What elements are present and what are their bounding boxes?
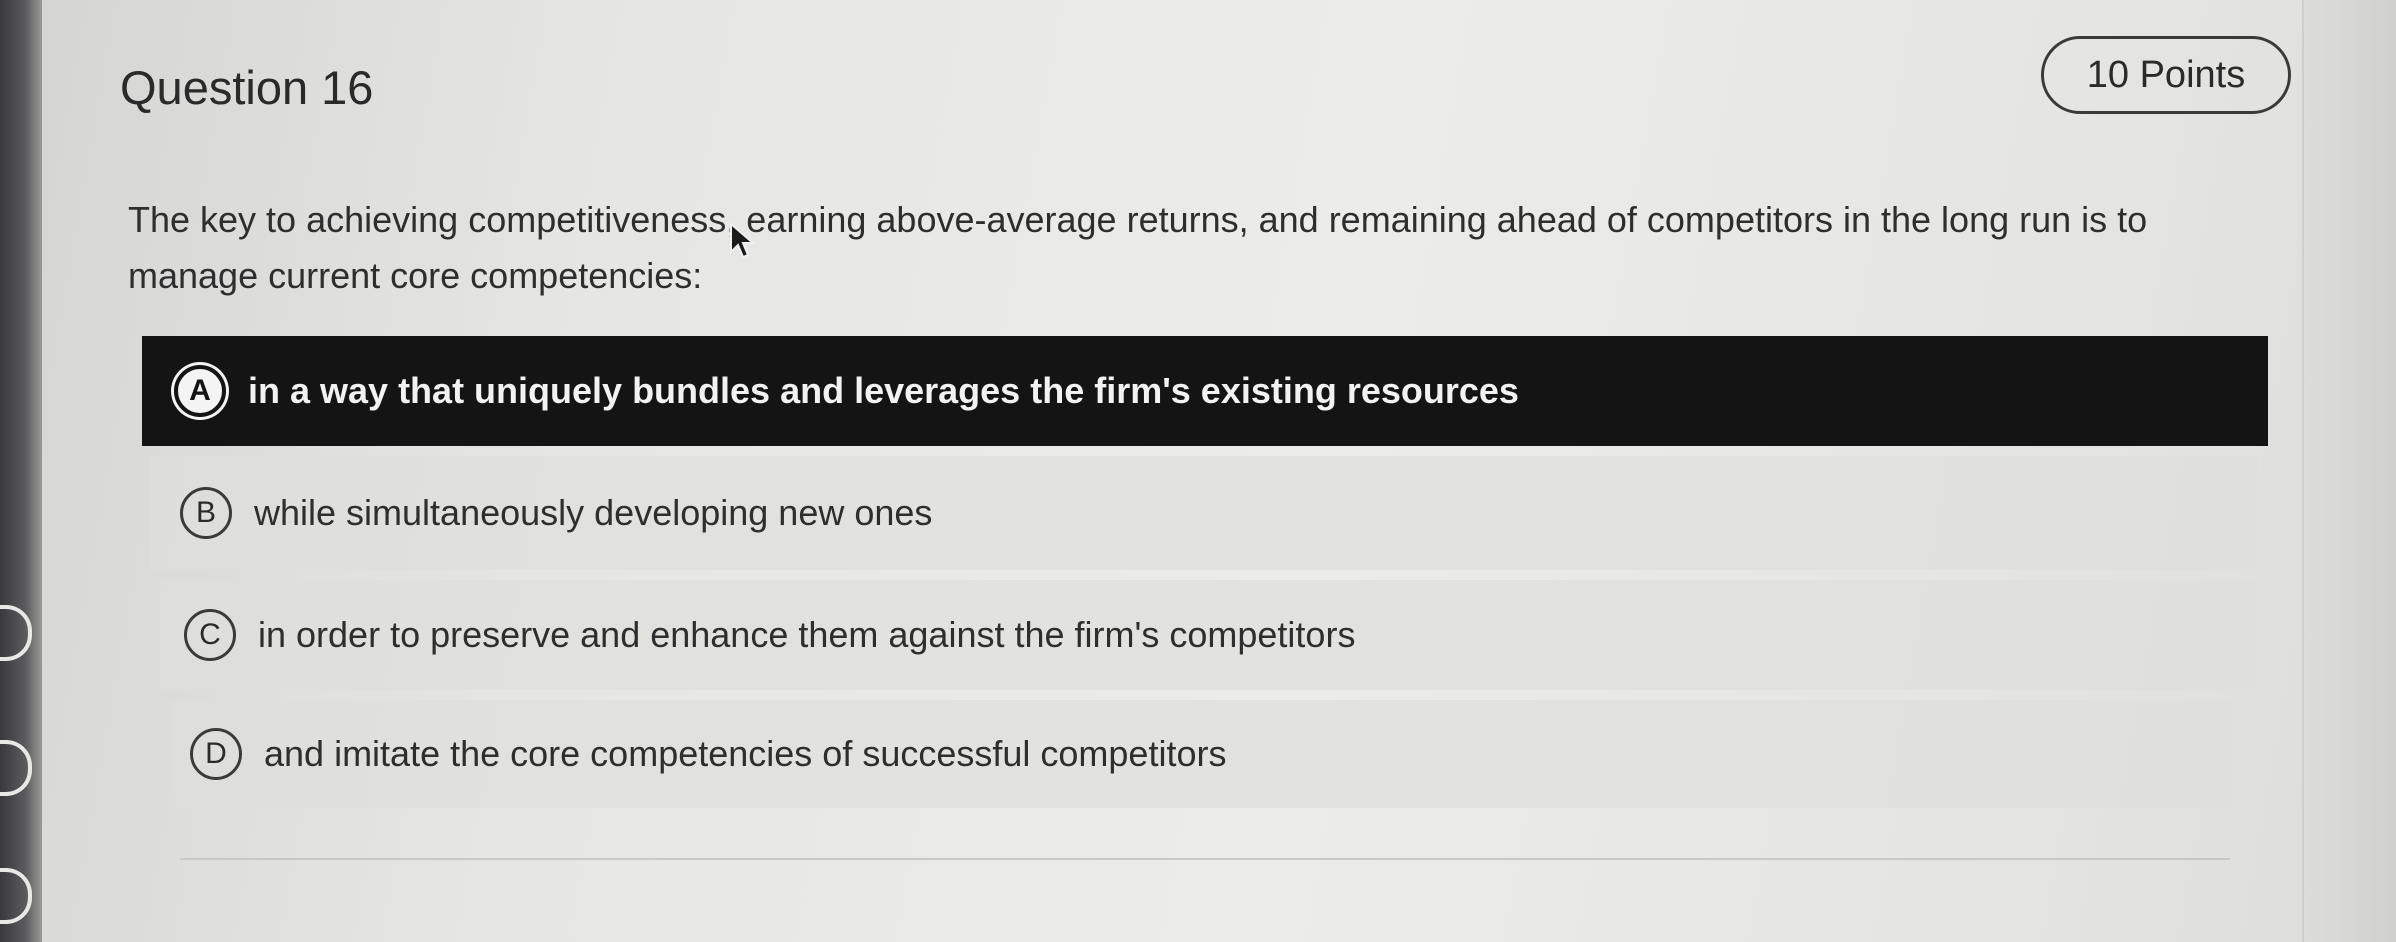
left-edge-icon-fragment <box>0 605 32 661</box>
option-letter-b: B <box>180 487 232 539</box>
answer-option-d[interactable]: D and imitate the core competencies of s… <box>170 700 2238 808</box>
right-scroll-area <box>2302 0 2396 942</box>
left-edge-icon-fragment <box>0 868 32 924</box>
question-prompt: The key to achieving competitiveness, ea… <box>128 199 2148 296</box>
option-text-b: while simultaneously developing new ones <box>254 492 933 533</box>
option-text-a: in a way that uniquely bundles and lever… <box>248 370 1519 411</box>
left-window-edge <box>0 0 42 942</box>
option-letter-d: D <box>190 728 242 780</box>
option-text-c: in order to preserve and enhance them ag… <box>258 614 1356 655</box>
answer-option-b[interactable]: B while simultaneously developing new on… <box>150 456 2258 570</box>
option-text-d: and imitate the core competencies of suc… <box>264 733 1227 774</box>
question-title: Question 16 <box>120 61 374 114</box>
section-divider <box>180 858 2230 860</box>
mouse-pointer-icon <box>730 222 756 259</box>
answer-option-a[interactable]: A in a way that uniquely bundles and lev… <box>142 336 2268 446</box>
option-letter-c: C <box>184 609 236 661</box>
left-edge-icon-fragment <box>0 740 32 796</box>
option-letter-a: A <box>174 365 226 417</box>
points-badge: 10 Points <box>2041 36 2291 114</box>
answer-option-c[interactable]: C in order to preserve and enhance them … <box>160 580 2256 690</box>
